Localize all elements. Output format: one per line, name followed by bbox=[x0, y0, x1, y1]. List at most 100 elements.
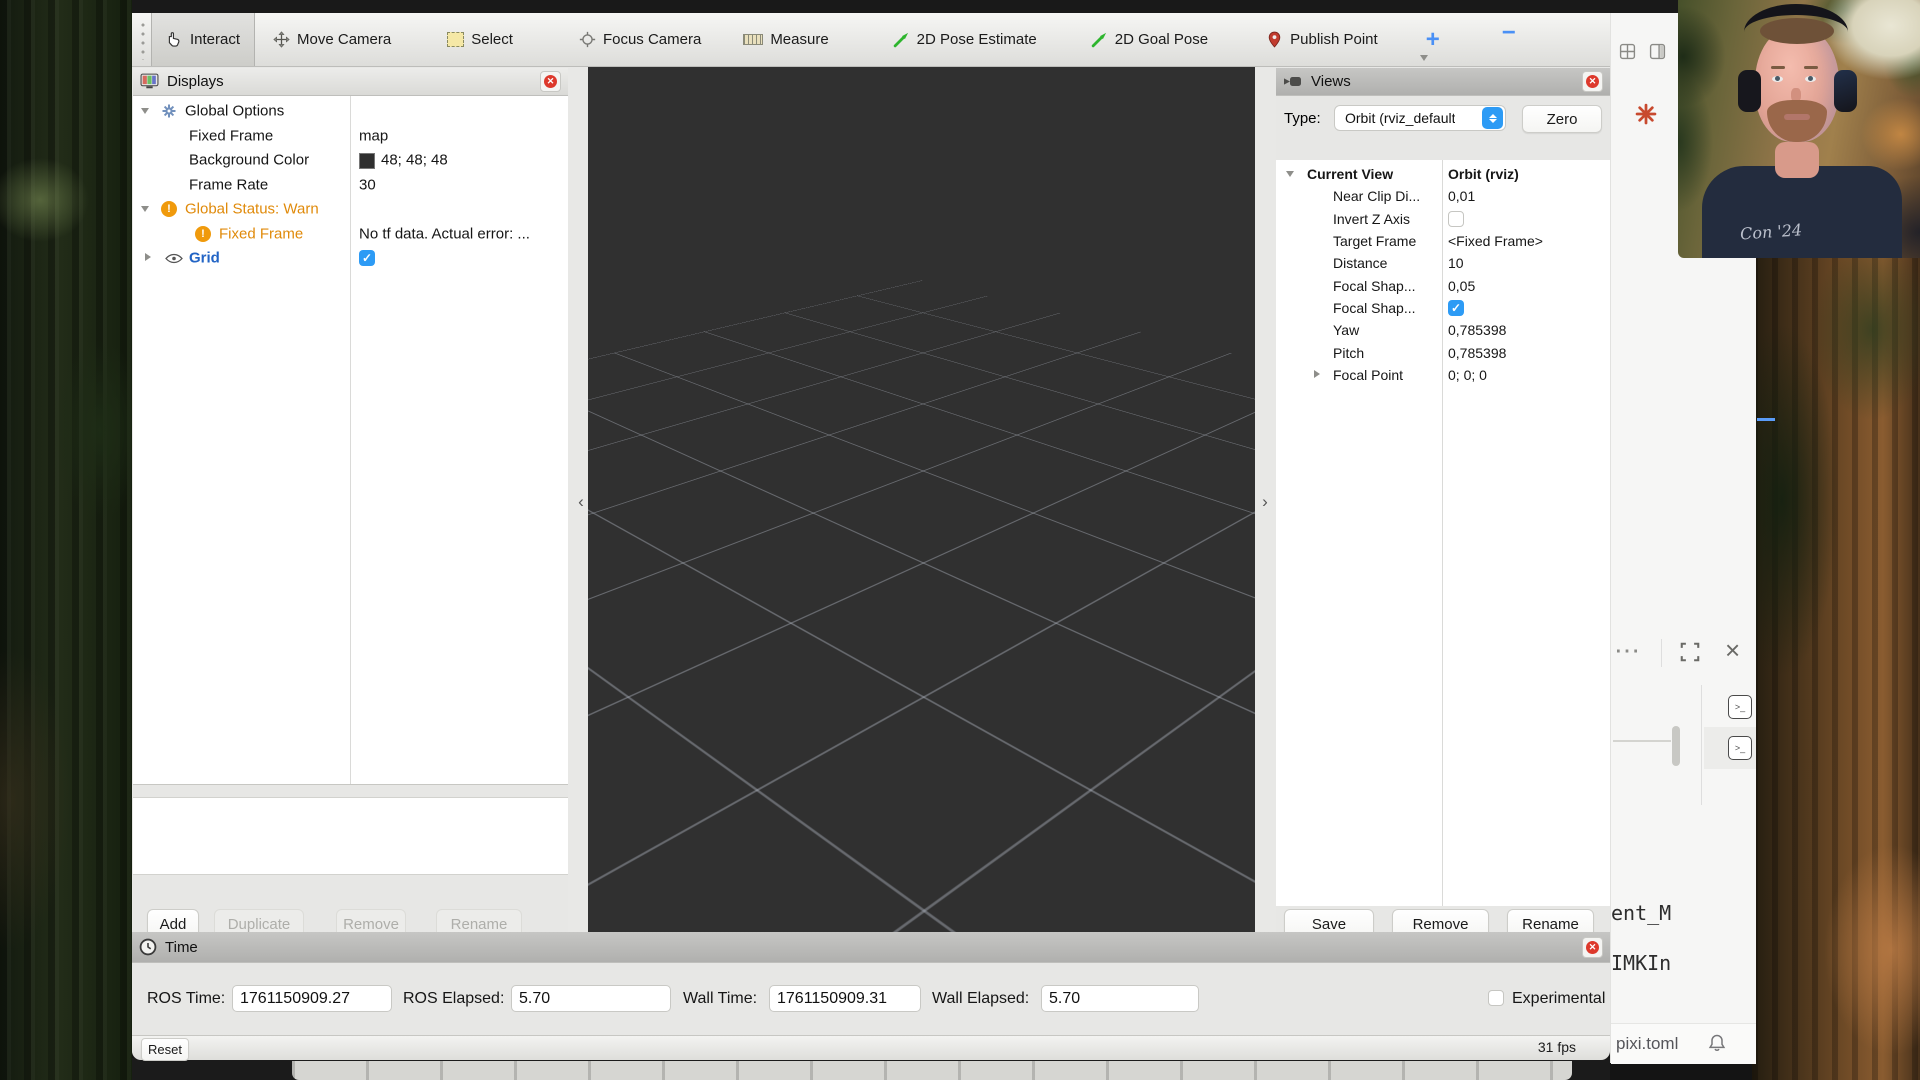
remove-tool-button[interactable]: − bbox=[1502, 13, 1516, 66]
tree-value[interactable]: 30 bbox=[359, 177, 376, 194]
view-type-dropdown[interactable]: Orbit (rviz_default bbox=[1334, 105, 1506, 131]
person-neck bbox=[1775, 142, 1819, 178]
hand-cursor-icon bbox=[166, 31, 183, 48]
terminal-text: ent_M bbox=[1611, 901, 1671, 925]
enabled-checkbox[interactable]: ✓ bbox=[359, 250, 375, 266]
green-arrow-icon bbox=[893, 31, 910, 48]
invert-z-checkbox[interactable] bbox=[1448, 211, 1464, 227]
tool-move-camera[interactable]: Move Camera bbox=[269, 13, 395, 66]
zero-button[interactable]: Zero bbox=[1522, 105, 1602, 133]
displays-panel: Displays ✕ Global Options Fixed Frame ma… bbox=[133, 68, 568, 956]
tree-value[interactable]: Orbit (rviz) bbox=[1448, 166, 1519, 182]
tree-value[interactable]: 0,785398 bbox=[1448, 345, 1506, 361]
tree-label[interactable]: Yaw bbox=[1333, 322, 1359, 338]
tree-value[interactable]: <Fixed Frame> bbox=[1448, 233, 1543, 249]
asterisk-icon[interactable] bbox=[1635, 103, 1657, 125]
focal-shape-checkbox[interactable]: ✓ bbox=[1448, 300, 1464, 316]
gear-icon bbox=[161, 103, 177, 119]
tool-2d-goal-pose[interactable]: 2D Goal Pose bbox=[1087, 13, 1212, 66]
displays-tree: Global Options Fixed Frame map Backgroun… bbox=[133, 96, 568, 784]
ros-elapsed-input[interactable] bbox=[511, 985, 671, 1012]
tree-label[interactable]: Target Frame bbox=[1333, 233, 1416, 249]
tree-label[interactable]: Distance bbox=[1333, 255, 1387, 271]
expand-icon[interactable] bbox=[1679, 641, 1701, 663]
tree-label[interactable]: Focal Shap... bbox=[1333, 278, 1416, 294]
tree-value[interactable]: 0,785398 bbox=[1448, 322, 1506, 338]
tree-value[interactable]: 0; 0; 0 bbox=[1448, 367, 1487, 383]
panel-splitter[interactable] bbox=[133, 784, 568, 785]
tool-publish-point[interactable]: Publish Point bbox=[1262, 13, 1382, 66]
toolbar-overflow-chevron-icon[interactable] bbox=[1420, 55, 1428, 61]
tool-label: Interact bbox=[190, 31, 240, 48]
tree-label[interactable]: Global Status: Warn bbox=[185, 201, 319, 218]
tree-label[interactable]: Focal Shap... bbox=[1333, 300, 1416, 316]
expander-icon[interactable] bbox=[1314, 370, 1320, 378]
tree-label[interactable]: Grid bbox=[189, 250, 220, 267]
tool-label: 2D Pose Estimate bbox=[917, 31, 1037, 48]
desktop: ⋯ × >_ >_ ent_M IMKIn pixi.toml Interact bbox=[0, 0, 1920, 1080]
tree-value[interactable]: No tf data. Actual error: ... bbox=[359, 226, 530, 243]
expander-icon[interactable] bbox=[1286, 171, 1294, 177]
tree-label[interactable]: Invert Z Axis bbox=[1333, 211, 1410, 227]
tree-value[interactable]: map bbox=[359, 128, 388, 145]
wall-elapsed-input[interactable] bbox=[1041, 985, 1199, 1012]
tree-label[interactable]: Global Options bbox=[185, 103, 284, 120]
tool-select[interactable]: Select bbox=[443, 13, 517, 66]
expander-icon[interactable] bbox=[141, 108, 149, 114]
tree-value[interactable]: 0,01 bbox=[1448, 188, 1475, 204]
tree-row: Focal Shap... 0,05 bbox=[1276, 275, 1610, 297]
bell-icon[interactable] bbox=[1707, 1033, 1727, 1053]
collapse-right-handle[interactable]: › bbox=[1258, 491, 1272, 513]
terminal-icon[interactable]: >_ bbox=[1728, 736, 1752, 760]
eye-icon bbox=[165, 253, 183, 264]
tree-value[interactable]: 48; 48; 48 bbox=[381, 152, 448, 169]
field-label: Wall Elapsed: bbox=[932, 985, 1029, 1012]
toolbar-drag-handle[interactable] bbox=[140, 21, 146, 60]
tree-label[interactable]: Pitch bbox=[1333, 345, 1364, 361]
tool-focus-camera[interactable]: Focus Camera bbox=[575, 13, 705, 66]
color-swatch[interactable] bbox=[359, 153, 375, 169]
tool-2d-pose-estimate[interactable]: 2D Pose Estimate bbox=[889, 13, 1041, 66]
tree-value[interactable]: 10 bbox=[1448, 255, 1464, 271]
close-icon[interactable]: × bbox=[1725, 635, 1740, 666]
terminal-icon[interactable]: >_ bbox=[1728, 695, 1752, 719]
expander-icon[interactable] bbox=[145, 253, 151, 261]
tree-label[interactable]: Current View bbox=[1307, 166, 1393, 182]
time-panel-header[interactable]: Time ✕ bbox=[132, 932, 1610, 963]
experimental-checkbox[interactable] bbox=[1488, 990, 1504, 1006]
wall-time-input[interactable] bbox=[769, 985, 921, 1012]
tree-label[interactable]: Frame Rate bbox=[189, 177, 268, 194]
tool-measure[interactable]: Measure bbox=[739, 13, 832, 66]
tool-interact[interactable]: Interact bbox=[151, 13, 255, 66]
tree-label[interactable]: Fixed Frame bbox=[219, 226, 303, 243]
slider-track[interactable] bbox=[1613, 740, 1671, 742]
dropdown-value: Orbit (rviz_default bbox=[1345, 110, 1455, 126]
file-name-label[interactable]: pixi.toml bbox=[1616, 1034, 1678, 1054]
layout-grid-icon[interactable] bbox=[1619, 43, 1636, 60]
tree-label[interactable]: Near Clip Di... bbox=[1333, 188, 1420, 204]
tree-label[interactable]: Background Color bbox=[189, 152, 309, 169]
tree-label[interactable]: Fixed Frame bbox=[189, 128, 273, 145]
close-panel-button[interactable]: ✕ bbox=[1582, 71, 1603, 92]
close-panel-button[interactable]: ✕ bbox=[540, 71, 561, 92]
views-panel-header[interactable]: Views ✕ bbox=[1276, 68, 1610, 96]
tree-row: Yaw 0,785398 bbox=[1276, 319, 1610, 341]
tree-value[interactable]: 0,05 bbox=[1448, 278, 1475, 294]
reset-button[interactable]: Reset bbox=[141, 1038, 189, 1061]
expander-icon[interactable] bbox=[141, 206, 149, 212]
blue-indicator-line bbox=[1757, 418, 1775, 421]
viewport-3d[interactable] bbox=[588, 67, 1255, 956]
move-arrows-icon bbox=[273, 31, 290, 48]
close-panel-button[interactable]: ✕ bbox=[1582, 937, 1603, 958]
fps-counter: 31 fps bbox=[1538, 1039, 1576, 1055]
dropdown-stepper-icon bbox=[1482, 107, 1503, 129]
ros-time-input[interactable] bbox=[232, 985, 392, 1012]
displays-panel-header[interactable]: Displays ✕ bbox=[133, 68, 568, 96]
field-label: ROS Elapsed: bbox=[403, 985, 504, 1012]
scrollbar-thumb[interactable] bbox=[1672, 726, 1680, 766]
tree-label[interactable]: Focal Point bbox=[1333, 367, 1403, 383]
more-options-icon[interactable]: ⋯ bbox=[1614, 635, 1642, 666]
person-eyebrow bbox=[1804, 66, 1818, 69]
collapse-left-handle[interactable]: ‹ bbox=[574, 491, 588, 513]
split-layout-icon[interactable] bbox=[1649, 43, 1666, 60]
